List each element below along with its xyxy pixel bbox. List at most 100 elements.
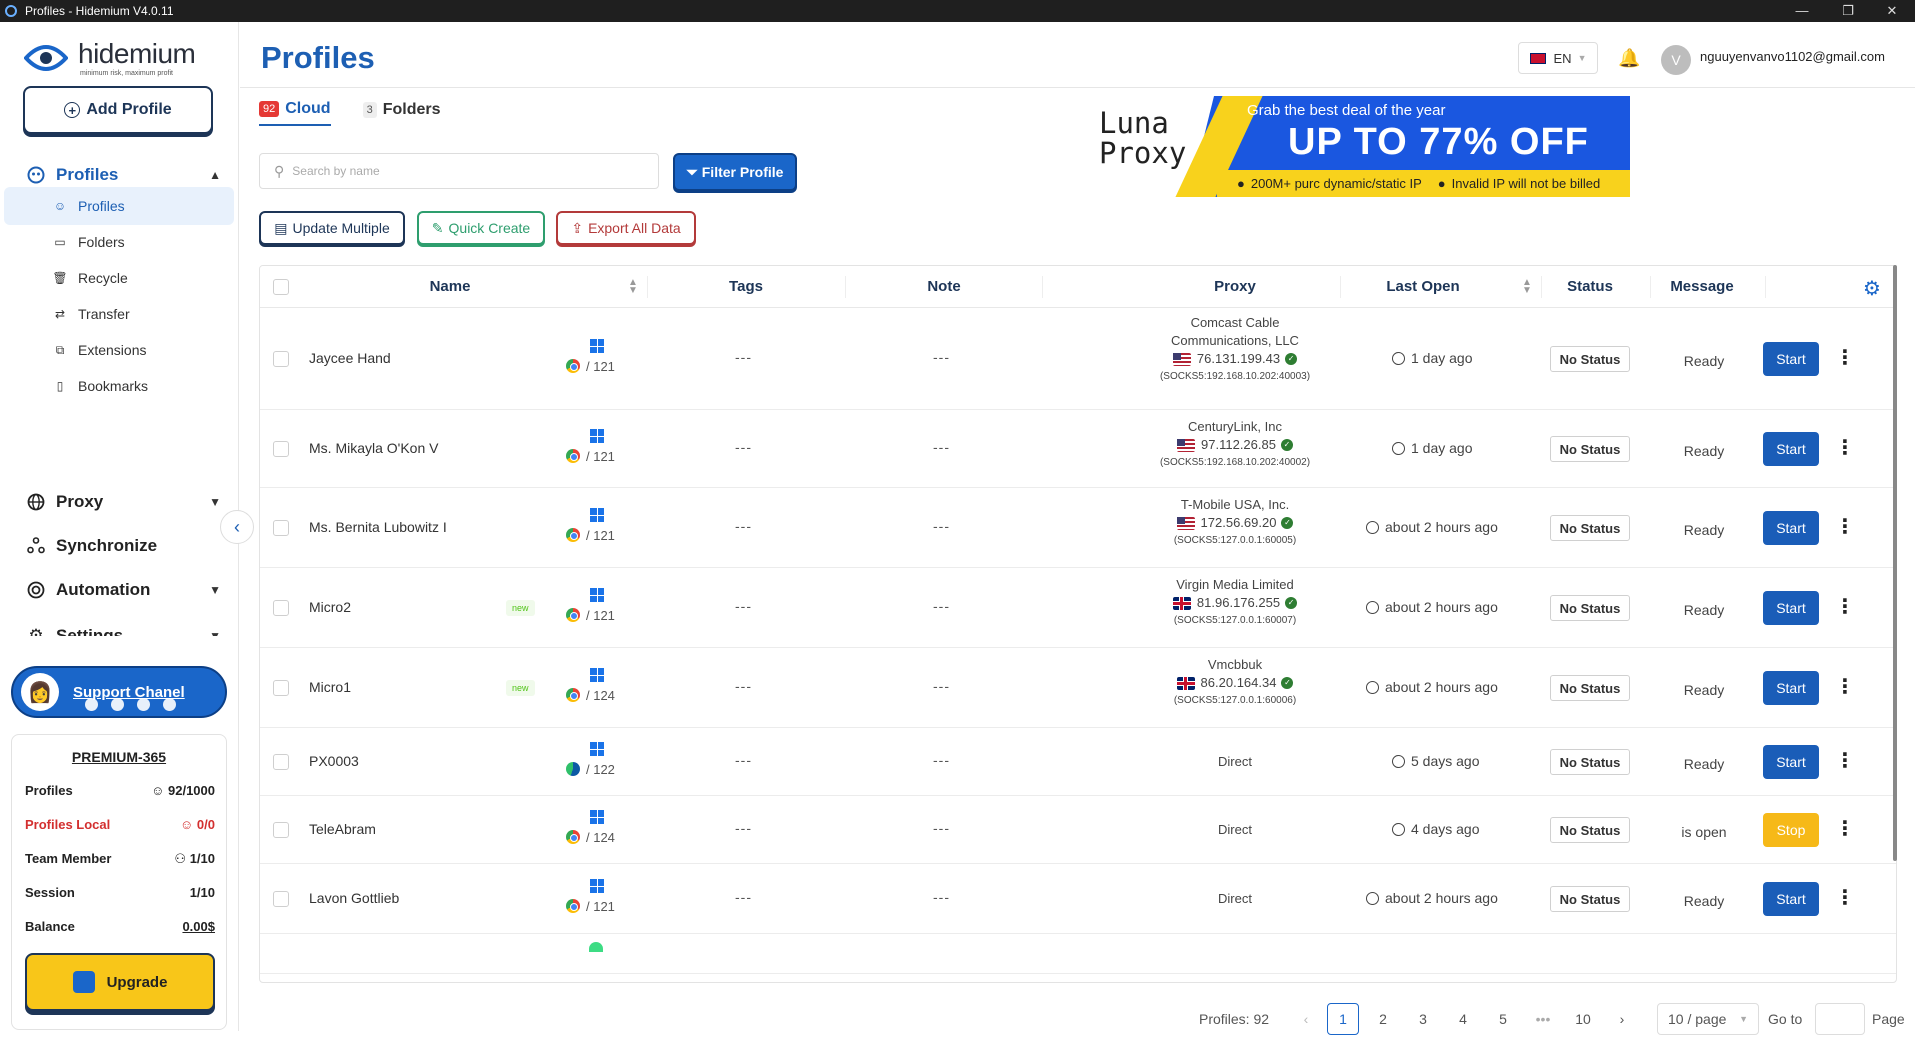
search-input[interactable]: ⚲ Search by name xyxy=(259,153,659,189)
sort-icon[interactable]: ▲ ▼ xyxy=(628,278,638,296)
support-channel-button[interactable]: 👩 Support Chanel xyxy=(11,666,227,718)
table-row[interactable]: Jaycee Hand / 121 --- --- Comcast Cable Com… xyxy=(260,308,1896,410)
status-badge[interactable]: No Status xyxy=(1550,749,1630,775)
collapse-sidebar-button[interactable]: ‹ xyxy=(220,510,254,544)
column-header-message[interactable]: Message xyxy=(1637,266,1767,308)
table-row[interactable]: Micro2 new / 121 --- --- Virgin Media Limite… xyxy=(260,568,1896,648)
bell-icon[interactable]: 🔔 xyxy=(1618,48,1640,69)
select-all-checkbox[interactable] xyxy=(273,279,289,295)
start-button[interactable]: Start xyxy=(1763,511,1819,545)
facebook-icon[interactable] xyxy=(111,698,124,711)
skype-icon[interactable] xyxy=(163,698,176,711)
tab-cloud[interactable]: 92 Cloud xyxy=(259,100,331,126)
prev-page-button[interactable]: ‹ xyxy=(1296,1003,1316,1035)
status-badge[interactable]: No Status xyxy=(1550,817,1630,843)
nav-section-synchronize[interactable]: Synchronize xyxy=(26,536,221,556)
more-options-icon[interactable]: ⋮ xyxy=(1835,674,1855,699)
start-button[interactable]: Start xyxy=(1763,671,1819,705)
user-email[interactable]: nguuyenvanvo1102@gmail.com xyxy=(1700,49,1885,64)
table-row[interactable]: Lavon Gottlieb / 121 --- --- Direct about 2 h… xyxy=(260,864,1896,934)
status-badge[interactable]: No Status xyxy=(1550,436,1630,462)
start-button[interactable]: Start xyxy=(1763,432,1819,466)
status-badge[interactable]: No Status xyxy=(1550,675,1630,701)
table-row[interactable]: TeleAbram / 124 --- --- Direct 4 days ago No S… xyxy=(260,796,1896,864)
row-checkbox[interactable] xyxy=(273,441,289,457)
column-header-last-open[interactable]: Last Open xyxy=(1368,266,1478,308)
upgrade-button[interactable]: Upgrade xyxy=(25,953,215,1011)
maximize-button[interactable]: ❐ xyxy=(1825,0,1871,22)
profile-name[interactable]: Lavon Gottlieb xyxy=(309,890,399,906)
sidebar-item-transfer[interactable]: ⇄ Transfer xyxy=(4,295,234,333)
start-button[interactable]: Start xyxy=(1763,882,1819,916)
quick-create-button[interactable]: ✎ Quick Create xyxy=(417,211,545,245)
tab-folders[interactable]: 3 Folders xyxy=(362,101,441,125)
row-checkbox[interactable] xyxy=(273,351,289,367)
nav-section-profiles[interactable]: Profiles ▲ xyxy=(26,165,221,185)
profile-name[interactable]: Ms. Mikayla O'Kon V xyxy=(309,440,439,456)
status-badge[interactable]: No Status xyxy=(1550,515,1630,541)
add-profile-button[interactable]: + Add Profile xyxy=(23,86,213,134)
row-checkbox[interactable] xyxy=(273,822,289,838)
profile-name[interactable]: TeleAbram xyxy=(309,821,376,837)
page-1[interactable]: 1 xyxy=(1327,1003,1359,1035)
chat-icon[interactable] xyxy=(137,698,150,711)
page-3[interactable]: 3 xyxy=(1407,1003,1439,1035)
row-checkbox[interactable] xyxy=(273,891,289,907)
nav-section-settings[interactable]: ⚙ Settings ▼ xyxy=(26,626,221,636)
table-row[interactable]: Ms. Bernita Lubowitz I / 121 --- --- T-Mobi… xyxy=(260,488,1896,568)
profile-name[interactable]: Micro1 xyxy=(309,679,351,695)
close-button[interactable]: ✕ xyxy=(1869,0,1915,22)
more-options-icon[interactable]: ⋮ xyxy=(1835,345,1855,370)
row-checkbox[interactable] xyxy=(273,680,289,696)
start-button[interactable]: Start xyxy=(1763,342,1819,376)
column-header-proxy[interactable]: Proxy xyxy=(1138,266,1332,308)
table-row[interactable]: PX0003 / 122 --- --- Direct 5 days ago No Stat… xyxy=(260,728,1896,796)
row-checkbox[interactable] xyxy=(273,520,289,536)
page-size-select[interactable]: 10 / page ▼ xyxy=(1657,1003,1759,1035)
column-header-note[interactable]: Note xyxy=(844,266,1044,308)
column-header-status[interactable]: Status xyxy=(1540,266,1640,308)
start-button[interactable]: Start xyxy=(1763,591,1819,625)
sidebar-item-folders[interactable]: ▭ Folders xyxy=(4,223,234,261)
more-options-icon[interactable]: ⋮ xyxy=(1835,885,1855,910)
gear-icon[interactable]: ⚙ xyxy=(1863,276,1881,301)
plan-name[interactable]: PREMIUM-365 xyxy=(12,749,226,765)
more-options-icon[interactable]: ⋮ xyxy=(1835,514,1855,539)
goto-input[interactable] xyxy=(1815,1003,1865,1035)
page-ellipsis[interactable]: ••• xyxy=(1527,1003,1559,1035)
more-options-icon[interactable]: ⋮ xyxy=(1835,816,1855,841)
table-scrollbar[interactable] xyxy=(1893,265,1897,861)
sidebar-item-recycle[interactable]: 🗑 Recycle xyxy=(4,259,234,297)
filter-profile-button[interactable]: ⏷ Filter Profile xyxy=(673,153,797,191)
profile-name[interactable]: PX0003 xyxy=(309,753,359,769)
avatar[interactable]: V xyxy=(1661,45,1691,75)
table-row[interactable]: Micro1 new / 124 --- --- Vmcbbuk 86.20.164.3… xyxy=(260,648,1896,728)
export-all-button[interactable]: ⇪ Export All Data xyxy=(556,211,696,245)
more-options-icon[interactable]: ⋮ xyxy=(1835,435,1855,460)
minimize-button[interactable]: — xyxy=(1779,0,1825,22)
language-select[interactable]: EN ▼ xyxy=(1518,42,1598,74)
column-header-name[interactable]: Name xyxy=(350,266,550,308)
profile-name[interactable]: Ms. Bernita Lubowitz I xyxy=(309,519,447,535)
sidebar-item-bookmarks[interactable]: ▯ Bookmarks xyxy=(4,367,234,405)
sidebar-item-profiles[interactable]: ☺ Profiles xyxy=(4,187,234,225)
stop-button[interactable]: Stop xyxy=(1763,813,1819,847)
status-badge[interactable]: No Status xyxy=(1550,595,1630,621)
row-checkbox[interactable] xyxy=(273,600,289,616)
page-4[interactable]: 4 xyxy=(1447,1003,1479,1035)
page-5[interactable]: 5 xyxy=(1487,1003,1519,1035)
page-10[interactable]: 10 xyxy=(1567,1003,1599,1035)
sidebar-item-extensions[interactable]: ⧉ Extensions xyxy=(4,331,234,369)
next-page-button[interactable]: › xyxy=(1607,1003,1637,1035)
page-2[interactable]: 2 xyxy=(1367,1003,1399,1035)
more-options-icon[interactable]: ⋮ xyxy=(1835,748,1855,773)
row-checkbox[interactable] xyxy=(273,754,289,770)
table-row[interactable]: Ms. Mikayla O'Kon V / 121 --- --- CenturyLi… xyxy=(260,410,1896,488)
more-options-icon[interactable]: ⋮ xyxy=(1835,594,1855,619)
start-button[interactable]: Start xyxy=(1763,745,1819,779)
profile-name[interactable]: Jaycee Hand xyxy=(309,350,391,366)
profile-name[interactable]: Micro2 xyxy=(309,599,351,615)
nav-section-proxy[interactable]: Proxy ▼ xyxy=(26,492,221,512)
sort-icon[interactable]: ▲ ▼ xyxy=(1522,278,1532,296)
status-badge[interactable]: No Status xyxy=(1550,346,1630,372)
